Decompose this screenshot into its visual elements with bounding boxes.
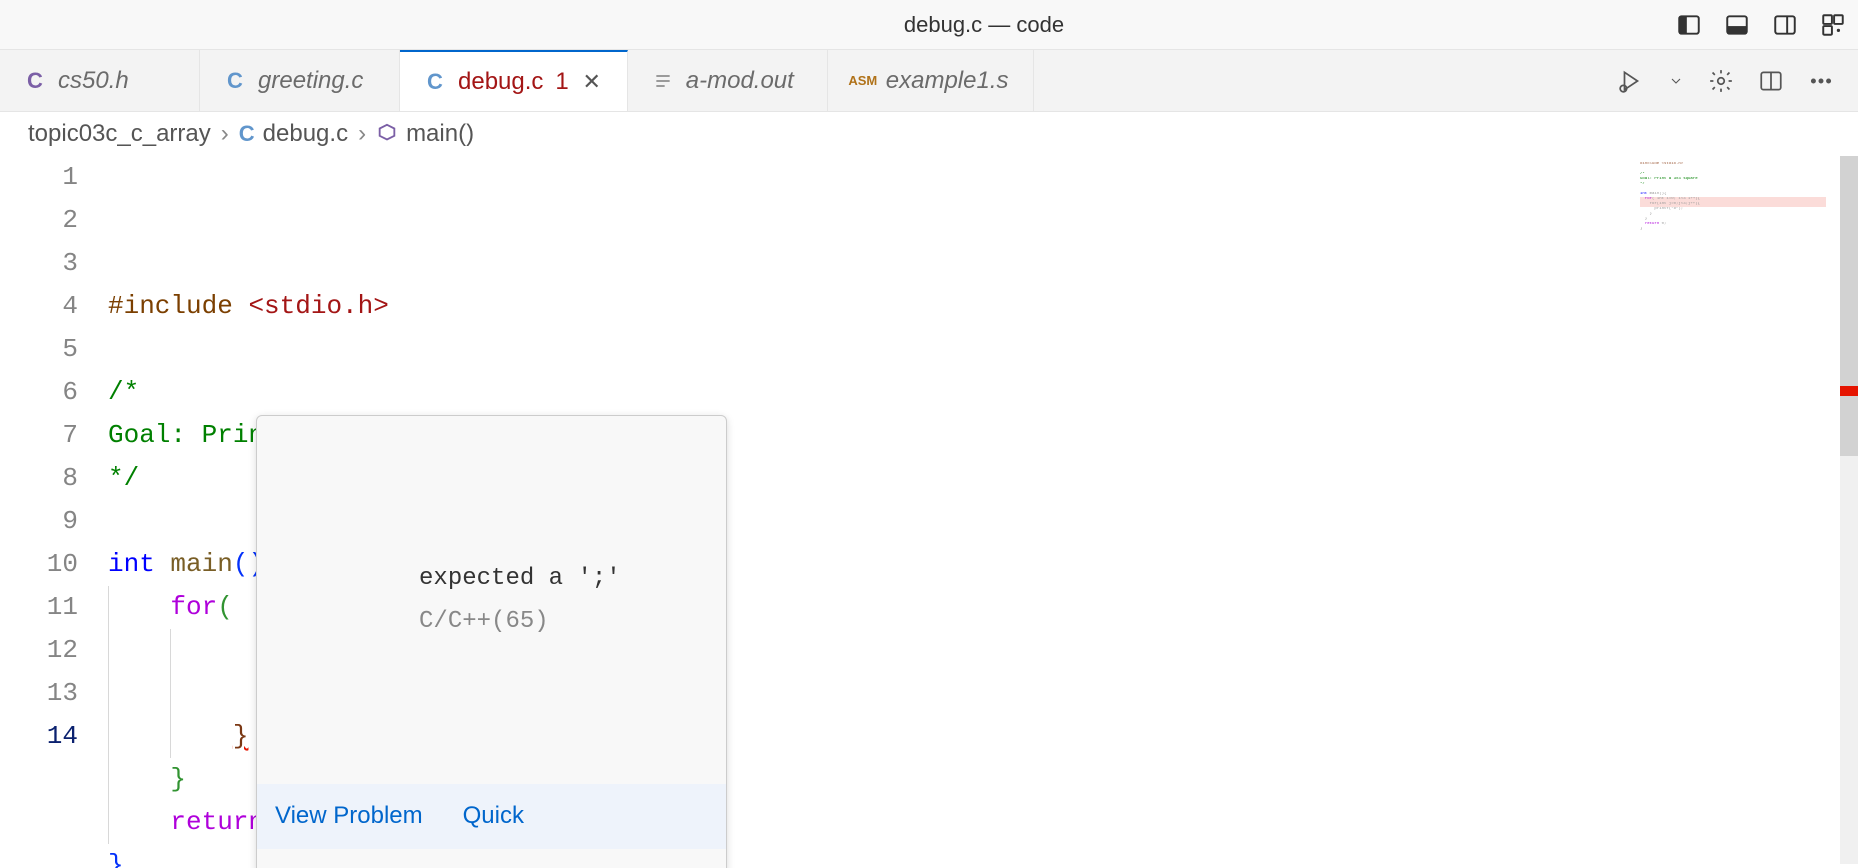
- breadcrumb-symbol[interactable]: main(): [376, 120, 474, 148]
- line-number: 2: [0, 199, 78, 242]
- tab-label: greeting.c: [258, 67, 363, 95]
- chevron-right-icon: ›: [358, 120, 366, 148]
- layout-primary-sidebar-icon[interactable]: [1676, 12, 1702, 38]
- line-number: 11: [0, 586, 78, 629]
- chevron-down-icon[interactable]: [1668, 68, 1684, 94]
- layout-secondary-sidebar-icon[interactable]: [1772, 12, 1798, 38]
- line-number: 6: [0, 371, 78, 414]
- tab-cs50-h[interactable]: C cs50.h: [0, 50, 200, 111]
- breadcrumb-file[interactable]: C debug.c: [239, 120, 348, 148]
- code-line[interactable]: #include <stdio.h>: [108, 285, 1640, 328]
- minimap[interactable]: #include <stdio.h> /* Goal: Print a 3x3 …: [1640, 156, 1840, 864]
- line-number: 14: [0, 715, 78, 758]
- overview-ruler[interactable]: [1840, 156, 1858, 864]
- line-number: 9: [0, 500, 78, 543]
- line-number: 4: [0, 285, 78, 328]
- c-header-icon: C: [24, 70, 46, 92]
- chevron-right-icon: ›: [221, 120, 229, 148]
- c-file-icon: C: [224, 70, 246, 92]
- tab-greeting-c[interactable]: C greeting.c: [200, 50, 400, 111]
- customize-layout-icon[interactable]: [1820, 12, 1846, 38]
- asm-file-icon: ASM: [852, 70, 874, 92]
- c-file-icon: C: [424, 71, 446, 93]
- breadcrumb: topic03c_c_array › C debug.c › main(): [0, 112, 1858, 156]
- split-editor-icon[interactable]: [1758, 68, 1784, 94]
- editor-area: 1234567891011121314 #include <stdio.h>/*…: [0, 156, 1858, 864]
- line-number: 1: [0, 156, 78, 199]
- breadcrumb-folder[interactable]: topic03c_c_array: [28, 120, 211, 148]
- tab-a-mod-out[interactable]: a-mod.out: [628, 50, 828, 111]
- tab-label: example1.s: [886, 67, 1009, 95]
- text-file-icon: [652, 70, 674, 92]
- minimap-content: #include <stdio.h> /* Goal: Print a 3x3 …: [1640, 162, 1826, 232]
- breadcrumb-symbol-label: main(): [406, 120, 474, 148]
- close-icon[interactable]: ✕: [581, 71, 603, 93]
- problem-message-row: expected a ';' C/C++(65): [257, 502, 726, 698]
- code-line[interactable]: [108, 328, 1640, 371]
- problem-source: C/C++(65): [419, 608, 549, 635]
- line-number: 8: [0, 457, 78, 500]
- title-bar: debug.c — code: [0, 0, 1858, 50]
- layout-panel-icon[interactable]: [1724, 12, 1750, 38]
- tab-label: cs50.h: [58, 67, 129, 95]
- line-number: 10: [0, 543, 78, 586]
- more-actions-icon[interactable]: [1808, 68, 1834, 94]
- code-content[interactable]: #include <stdio.h>/*Goal: Print a 3*3 sq…: [108, 156, 1640, 864]
- title-bar-actions: [1676, 12, 1846, 38]
- tab-problem-badge: 1: [555, 68, 568, 96]
- line-number: 5: [0, 328, 78, 371]
- quick-fix-link[interactable]: Quick: [463, 794, 524, 837]
- run-debug-icon[interactable]: [1618, 68, 1644, 94]
- gear-icon[interactable]: [1708, 68, 1734, 94]
- problem-hover-popup: expected a ';' C/C++(65) View Problem Qu…: [256, 415, 727, 868]
- c-file-icon: C: [239, 121, 255, 147]
- line-number: 7: [0, 414, 78, 457]
- line-number: 12: [0, 629, 78, 672]
- code-line[interactable]: /*: [108, 371, 1640, 414]
- view-problem-link[interactable]: View Problem: [275, 794, 423, 837]
- tab-label: a-mod.out: [686, 67, 794, 95]
- editor-actions: [1594, 50, 1858, 111]
- line-number: 13: [0, 672, 78, 715]
- scrollbar-thumb[interactable]: [1840, 156, 1858, 456]
- tab-example1-s[interactable]: ASM example1.s: [828, 50, 1034, 111]
- tab-label: debug.c: [458, 68, 543, 96]
- error-marker: [1840, 386, 1858, 396]
- line-number-gutter: 1234567891011121314: [0, 156, 108, 864]
- tab-debug-c[interactable]: C debug.c 1 ✕: [400, 50, 628, 111]
- window-title: debug.c — code: [292, 12, 1676, 38]
- breadcrumb-file-label: debug.c: [263, 120, 348, 148]
- tab-bar: C cs50.h C greeting.c C debug.c 1 ✕ a-mo…: [0, 50, 1858, 112]
- code-editor[interactable]: 1234567891011121314 #include <stdio.h>/*…: [0, 156, 1640, 864]
- problem-message: expected a ';': [419, 565, 621, 592]
- problem-actions-row: View Problem Quick: [257, 784, 726, 849]
- symbol-method-icon: [376, 123, 398, 145]
- line-number: 3: [0, 242, 78, 285]
